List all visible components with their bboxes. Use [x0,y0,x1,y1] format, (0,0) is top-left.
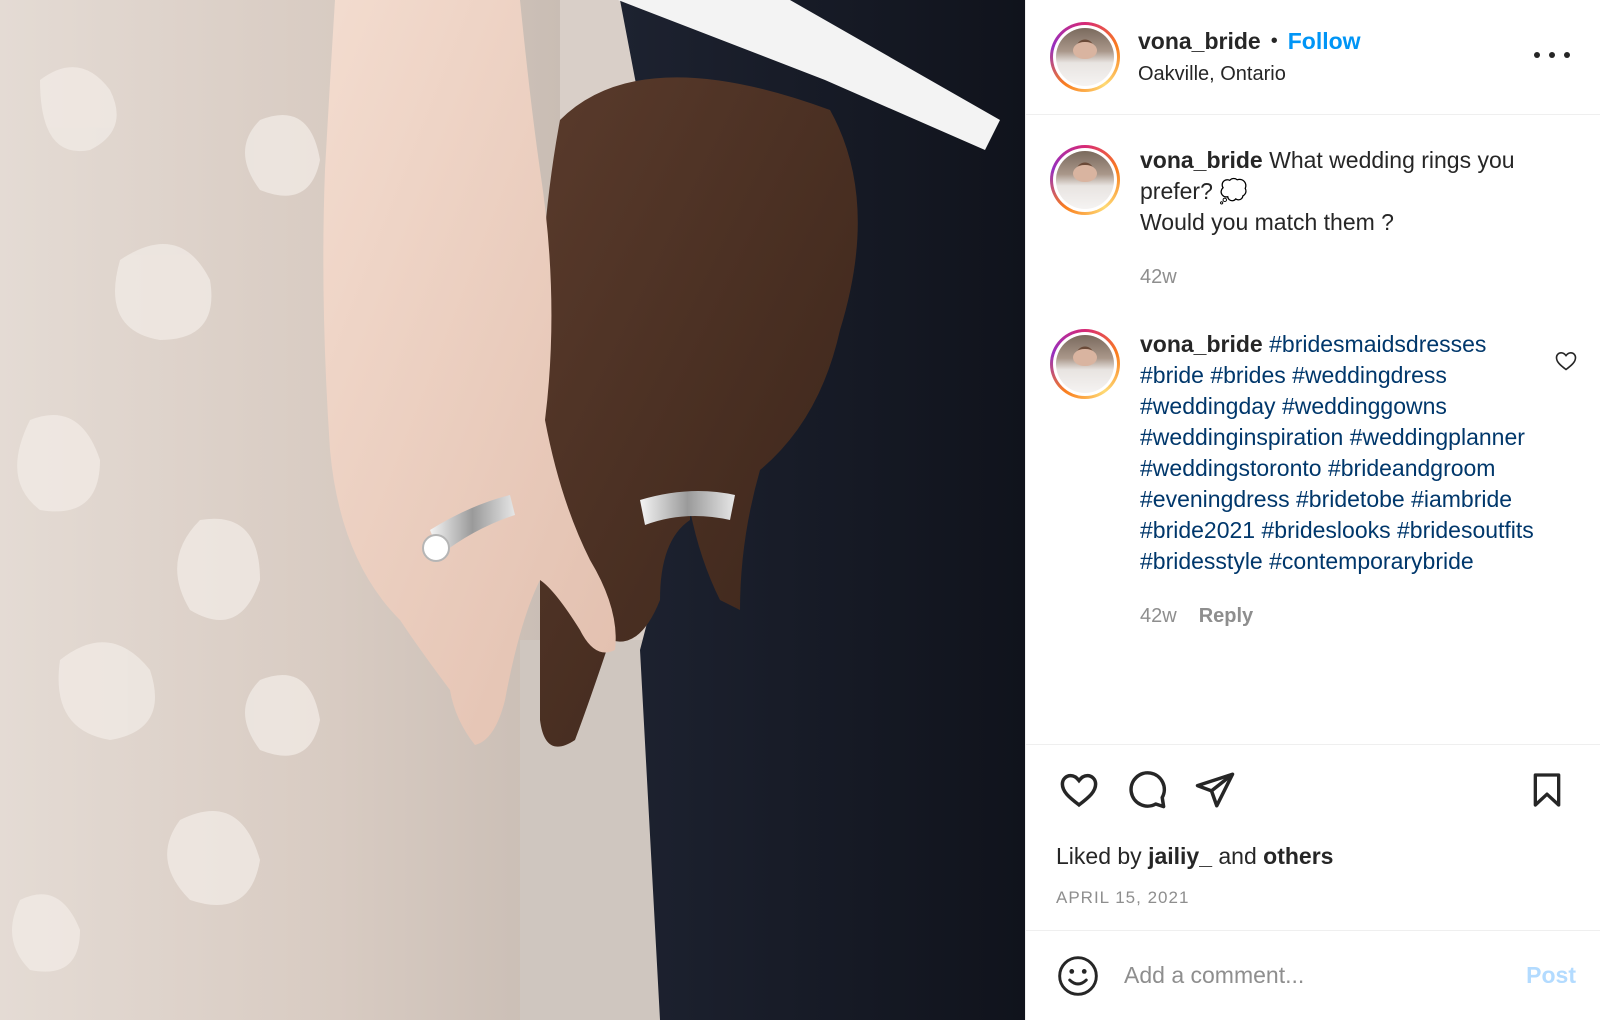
liker-username[interactable]: jailiy_ [1148,843,1212,869]
post-button[interactable]: Post [1526,962,1576,989]
header-text: vona_bride • Follow Oakville, Ontario [1138,28,1361,86]
likes-others-link[interactable]: others [1263,843,1333,869]
bookmark-icon[interactable] [1524,767,1570,813]
caption-username[interactable]: vona_bride [1140,147,1263,173]
instagram-post: vona_bride • Follow Oakville, Ontario vo… [0,0,1600,1020]
post-photo[interactable] [0,0,1025,1020]
smiley-icon[interactable] [1056,954,1100,998]
header-username[interactable]: vona_bride [1138,28,1261,55]
likes-and: and [1218,843,1257,869]
comment-hashtags[interactable]: #bridesmaidsdresses #bride #brides #wedd… [1140,331,1534,574]
comment-age[interactable]: 42w [1140,601,1177,632]
caption-age[interactable]: 42w [1140,262,1177,293]
likes-prefix: Liked by [1056,843,1142,869]
post-actions: Liked by jailiy_ and others APRIL 15, 20… [1026,744,1600,931]
heart-icon[interactable] [1056,767,1102,813]
avatar[interactable] [1050,329,1120,399]
reply-button[interactable]: Reply [1199,601,1253,632]
avatar[interactable] [1050,145,1120,215]
list-item: vona_bride #bridesmaidsdresses #bride #b… [1050,329,1578,632]
comment-body: vona_bride #bridesmaidsdresses #bride #b… [1140,329,1540,632]
comment-input[interactable] [1124,953,1517,998]
paper-plane-icon[interactable] [1192,767,1238,813]
comment-bubble-icon[interactable] [1124,767,1170,813]
more-horizontal-icon[interactable] [1534,40,1570,70]
follow-button[interactable]: Follow [1288,28,1361,55]
caption-text-line2: Would you match them ? [1140,209,1394,235]
comment-composer: Post [1026,931,1600,1020]
post-date[interactable]: APRIL 15, 2021 [1056,888,1576,908]
likes-summary: Liked by jailiy_ and others [1056,843,1576,870]
heart-icon[interactable] [1554,349,1578,373]
comments-list[interactable]: vona_bride What wedding rings you prefer… [1026,115,1600,744]
comment-username[interactable]: vona_bride [1140,331,1263,357]
caption: vona_bride What wedding rings you prefer… [1050,145,1578,293]
caption-body: vona_bride What wedding rings you prefer… [1140,145,1540,293]
post-header: vona_bride • Follow Oakville, Ontario [1026,0,1600,115]
post-details-panel: vona_bride • Follow Oakville, Ontario vo… [1025,0,1600,1020]
wedding-hands-photo [0,0,1025,1020]
avatar[interactable] [1050,22,1120,92]
header-separator: • [1270,30,1278,52]
location-link[interactable]: Oakville, Ontario [1138,63,1361,86]
